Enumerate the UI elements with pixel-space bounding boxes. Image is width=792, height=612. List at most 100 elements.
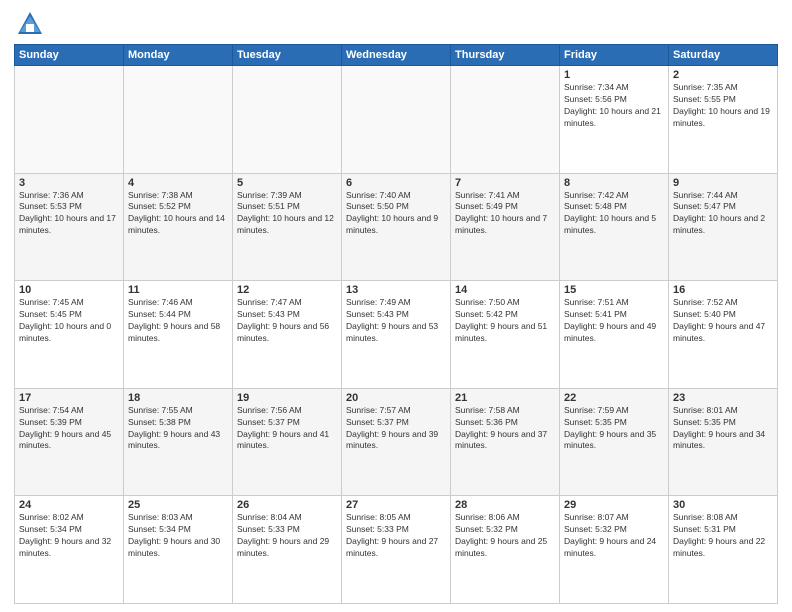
calendar-day-cell: 17Sunrise: 7:54 AMSunset: 5:39 PMDayligh… (15, 388, 124, 496)
day-info: Sunrise: 7:57 AMSunset: 5:37 PMDaylight:… (346, 405, 446, 453)
day-number: 8 (564, 177, 664, 189)
day-info: Sunrise: 8:07 AMSunset: 5:32 PMDaylight:… (564, 512, 664, 560)
calendar-day-cell (451, 66, 560, 174)
calendar-day-cell: 11Sunrise: 7:46 AMSunset: 5:44 PMDayligh… (124, 281, 233, 389)
day-info: Sunrise: 7:39 AMSunset: 5:51 PMDaylight:… (237, 190, 337, 238)
day-number: 18 (128, 392, 228, 404)
weekday-header: Friday (560, 45, 669, 66)
day-number: 30 (673, 499, 773, 511)
calendar-day-cell: 18Sunrise: 7:55 AMSunset: 5:38 PMDayligh… (124, 388, 233, 496)
day-number: 25 (128, 499, 228, 511)
calendar-day-cell: 20Sunrise: 7:57 AMSunset: 5:37 PMDayligh… (342, 388, 451, 496)
weekday-header: Wednesday (342, 45, 451, 66)
day-info: Sunrise: 8:08 AMSunset: 5:31 PMDaylight:… (673, 512, 773, 560)
day-number: 27 (346, 499, 446, 511)
day-info: Sunrise: 7:51 AMSunset: 5:41 PMDaylight:… (564, 297, 664, 345)
day-number: 6 (346, 177, 446, 189)
calendar-day-cell (233, 66, 342, 174)
weekday-header: Saturday (669, 45, 778, 66)
calendar-day-cell: 23Sunrise: 8:01 AMSunset: 5:35 PMDayligh… (669, 388, 778, 496)
calendar-week-row: 1Sunrise: 7:34 AMSunset: 5:56 PMDaylight… (15, 66, 778, 174)
calendar-day-cell: 29Sunrise: 8:07 AMSunset: 5:32 PMDayligh… (560, 496, 669, 604)
calendar-table: SundayMondayTuesdayWednesdayThursdayFrid… (14, 44, 778, 604)
calendar-day-cell (15, 66, 124, 174)
calendar-day-cell: 22Sunrise: 7:59 AMSunset: 5:35 PMDayligh… (560, 388, 669, 496)
calendar-day-cell: 10Sunrise: 7:45 AMSunset: 5:45 PMDayligh… (15, 281, 124, 389)
calendar-day-cell: 26Sunrise: 8:04 AMSunset: 5:33 PMDayligh… (233, 496, 342, 604)
page: SundayMondayTuesdayWednesdayThursdayFrid… (0, 0, 792, 612)
day-number: 9 (673, 177, 773, 189)
day-info: Sunrise: 7:38 AMSunset: 5:52 PMDaylight:… (128, 190, 228, 238)
day-number: 5 (237, 177, 337, 189)
day-number: 17 (19, 392, 119, 404)
calendar-day-cell: 5Sunrise: 7:39 AMSunset: 5:51 PMDaylight… (233, 173, 342, 281)
day-info: Sunrise: 7:50 AMSunset: 5:42 PMDaylight:… (455, 297, 555, 345)
weekday-header: Tuesday (233, 45, 342, 66)
calendar-week-row: 10Sunrise: 7:45 AMSunset: 5:45 PMDayligh… (15, 281, 778, 389)
calendar-header-row: SundayMondayTuesdayWednesdayThursdayFrid… (15, 45, 778, 66)
day-info: Sunrise: 8:03 AMSunset: 5:34 PMDaylight:… (128, 512, 228, 560)
calendar-day-cell: 3Sunrise: 7:36 AMSunset: 5:53 PMDaylight… (15, 173, 124, 281)
day-info: Sunrise: 7:36 AMSunset: 5:53 PMDaylight:… (19, 190, 119, 238)
calendar-day-cell: 13Sunrise: 7:49 AMSunset: 5:43 PMDayligh… (342, 281, 451, 389)
day-number: 24 (19, 499, 119, 511)
day-info: Sunrise: 7:34 AMSunset: 5:56 PMDaylight:… (564, 82, 664, 130)
weekday-header: Monday (124, 45, 233, 66)
calendar-day-cell: 21Sunrise: 7:58 AMSunset: 5:36 PMDayligh… (451, 388, 560, 496)
logo-icon (14, 10, 46, 38)
day-info: Sunrise: 7:54 AMSunset: 5:39 PMDaylight:… (19, 405, 119, 453)
day-info: Sunrise: 7:47 AMSunset: 5:43 PMDaylight:… (237, 297, 337, 345)
day-number: 3 (19, 177, 119, 189)
logo (14, 10, 50, 38)
calendar-day-cell: 25Sunrise: 8:03 AMSunset: 5:34 PMDayligh… (124, 496, 233, 604)
calendar-week-row: 3Sunrise: 7:36 AMSunset: 5:53 PMDaylight… (15, 173, 778, 281)
calendar-day-cell: 12Sunrise: 7:47 AMSunset: 5:43 PMDayligh… (233, 281, 342, 389)
day-number: 19 (237, 392, 337, 404)
calendar-day-cell: 6Sunrise: 7:40 AMSunset: 5:50 PMDaylight… (342, 173, 451, 281)
day-number: 23 (673, 392, 773, 404)
weekday-header: Sunday (15, 45, 124, 66)
calendar-day-cell: 19Sunrise: 7:56 AMSunset: 5:37 PMDayligh… (233, 388, 342, 496)
day-number: 28 (455, 499, 555, 511)
day-info: Sunrise: 7:49 AMSunset: 5:43 PMDaylight:… (346, 297, 446, 345)
calendar-day-cell (342, 66, 451, 174)
day-info: Sunrise: 7:42 AMSunset: 5:48 PMDaylight:… (564, 190, 664, 238)
day-info: Sunrise: 7:58 AMSunset: 5:36 PMDaylight:… (455, 405, 555, 453)
calendar-day-cell: 1Sunrise: 7:34 AMSunset: 5:56 PMDaylight… (560, 66, 669, 174)
day-info: Sunrise: 7:52 AMSunset: 5:40 PMDaylight:… (673, 297, 773, 345)
day-number: 13 (346, 284, 446, 296)
calendar-day-cell: 30Sunrise: 8:08 AMSunset: 5:31 PMDayligh… (669, 496, 778, 604)
day-number: 15 (564, 284, 664, 296)
day-info: Sunrise: 7:40 AMSunset: 5:50 PMDaylight:… (346, 190, 446, 238)
day-info: Sunrise: 8:05 AMSunset: 5:33 PMDaylight:… (346, 512, 446, 560)
calendar-day-cell: 7Sunrise: 7:41 AMSunset: 5:49 PMDaylight… (451, 173, 560, 281)
calendar-day-cell: 8Sunrise: 7:42 AMSunset: 5:48 PMDaylight… (560, 173, 669, 281)
day-info: Sunrise: 8:04 AMSunset: 5:33 PMDaylight:… (237, 512, 337, 560)
weekday-header: Thursday (451, 45, 560, 66)
day-number: 11 (128, 284, 228, 296)
calendar-day-cell: 9Sunrise: 7:44 AMSunset: 5:47 PMDaylight… (669, 173, 778, 281)
calendar-day-cell: 27Sunrise: 8:05 AMSunset: 5:33 PMDayligh… (342, 496, 451, 604)
calendar-day-cell: 28Sunrise: 8:06 AMSunset: 5:32 PMDayligh… (451, 496, 560, 604)
day-number: 1 (564, 69, 664, 81)
day-info: Sunrise: 8:02 AMSunset: 5:34 PMDaylight:… (19, 512, 119, 560)
day-number: 16 (673, 284, 773, 296)
header (14, 10, 778, 38)
calendar-day-cell: 2Sunrise: 7:35 AMSunset: 5:55 PMDaylight… (669, 66, 778, 174)
day-info: Sunrise: 7:35 AMSunset: 5:55 PMDaylight:… (673, 82, 773, 130)
day-info: Sunrise: 8:06 AMSunset: 5:32 PMDaylight:… (455, 512, 555, 560)
day-number: 4 (128, 177, 228, 189)
day-info: Sunrise: 7:45 AMSunset: 5:45 PMDaylight:… (19, 297, 119, 345)
day-info: Sunrise: 8:01 AMSunset: 5:35 PMDaylight:… (673, 405, 773, 453)
day-number: 20 (346, 392, 446, 404)
day-number: 21 (455, 392, 555, 404)
day-number: 29 (564, 499, 664, 511)
day-number: 14 (455, 284, 555, 296)
day-number: 26 (237, 499, 337, 511)
calendar-day-cell: 24Sunrise: 8:02 AMSunset: 5:34 PMDayligh… (15, 496, 124, 604)
calendar-day-cell: 14Sunrise: 7:50 AMSunset: 5:42 PMDayligh… (451, 281, 560, 389)
day-number: 7 (455, 177, 555, 189)
calendar-day-cell: 4Sunrise: 7:38 AMSunset: 5:52 PMDaylight… (124, 173, 233, 281)
day-number: 22 (564, 392, 664, 404)
day-info: Sunrise: 7:46 AMSunset: 5:44 PMDaylight:… (128, 297, 228, 345)
